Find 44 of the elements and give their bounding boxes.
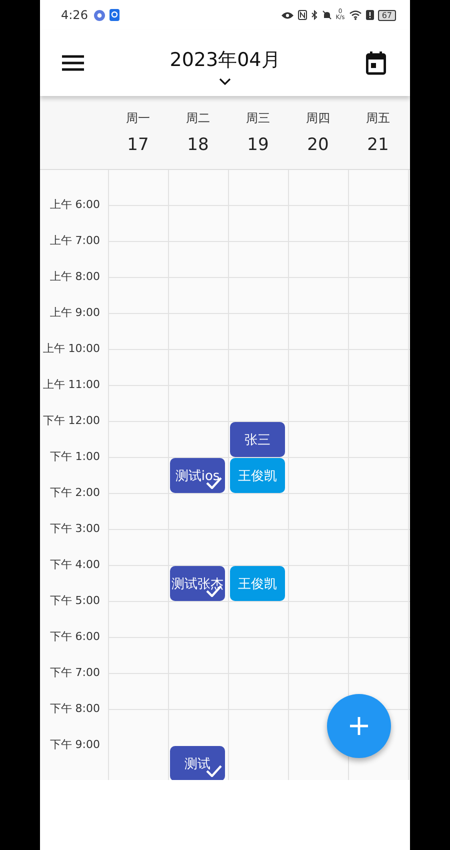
wifi-icon [348,10,362,20]
hour-label: 下午 3:00 [50,522,100,536]
bluetooth-icon [310,10,318,20]
date-number: 17 [127,135,149,155]
hour-label: 上午 8:00 [50,270,100,284]
weekday-label: 周五 [366,110,390,127]
eye-icon [280,10,294,20]
hour-label: 下午 2:00 [50,486,100,500]
hour-label: 下午 4:00 [50,558,100,572]
hour-label: 下午 7:00 [50,666,100,680]
muted-bell-icon [322,10,332,20]
calendar-icon[interactable] [366,51,386,75]
weekday-label: 周一 [126,110,150,127]
shield-app-icon [108,9,120,21]
hour-label: 上午 11:00 [42,378,100,392]
hour-label: 上午 10:00 [42,342,100,356]
hour-label: 下午 12:00 [42,414,100,428]
hour-label: 下午 8:00 [50,702,100,716]
weekday-label: 周二 [186,110,210,127]
hour-label: 下午 6:00 [50,630,100,644]
hour-label: 上午 9:00 [50,306,100,320]
event-block[interactable]: 测试ios [170,458,225,493]
hour-label: 下午 9:00 [50,738,100,752]
date-number: 19 [247,135,269,155]
event-block[interactable]: 测试 [170,746,225,780]
chevron-down-icon[interactable] [219,78,231,85]
hour-label: 下午 5:00 [50,594,100,608]
nfc-icon [298,10,307,20]
menu-icon[interactable] [62,55,84,71]
sim-alert-icon [366,10,374,20]
hour-label: 下午 1:00 [50,450,100,464]
hour-label: 上午 7:00 [50,234,100,248]
event-block[interactable]: 张三 [230,422,285,457]
status-time: 4:26 [61,8,88,22]
battery-indicator: 67 [378,10,396,20]
music-app-icon [94,10,105,20]
date-number: 21 [367,135,389,155]
date-number: 20 [307,135,329,155]
plus-icon [350,717,368,735]
weekday-label: 周四 [306,110,330,127]
hour-label: 上午 6:00 [50,198,100,212]
month-title[interactable]: 2023年04月 [170,47,280,73]
date-number: 18 [187,135,209,155]
weekday-label: 周三 [246,110,270,127]
